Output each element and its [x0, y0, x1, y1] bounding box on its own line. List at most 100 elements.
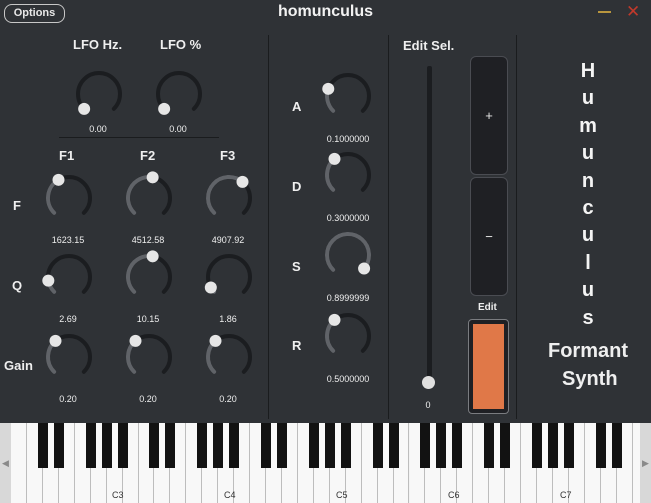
keyboard-scroll-left-icon[interactable]: ◀	[0, 423, 11, 503]
octave-label: C7	[560, 490, 572, 500]
black-key[interactable]	[340, 423, 351, 468]
attack-value: 0.1000000	[326, 134, 370, 144]
black-key[interactable]	[101, 423, 112, 468]
synth-panel: LFO Hz. LFO % 0.00 0.00 F1 F2 F3 F Q Gai…	[0, 27, 651, 422]
increment-button[interactable]: +	[470, 56, 508, 175]
sustain-knob[interactable]	[318, 225, 378, 285]
black-key[interactable]	[436, 423, 447, 468]
decrement-button[interactable]: −	[470, 177, 508, 296]
black-key[interactable]	[149, 423, 160, 468]
f3-q-knob[interactable]	[199, 247, 259, 307]
release-knob[interactable]	[318, 306, 378, 366]
knob-thumb	[129, 334, 142, 347]
black-key[interactable]	[532, 423, 543, 468]
knob-thumb	[146, 250, 159, 263]
edit-label: Edit	[478, 302, 497, 313]
formant-row-gain-label: Gain	[4, 358, 33, 373]
black-key[interactable]	[324, 423, 335, 468]
attack-knob[interactable]	[318, 66, 378, 126]
black-key[interactable]	[388, 423, 399, 468]
black-key[interactable]	[595, 423, 606, 468]
f2-gain-knob[interactable]	[119, 327, 179, 387]
f3-frequency-knob[interactable]	[199, 168, 259, 228]
octave-label: C4	[224, 490, 236, 500]
knob-thumb	[52, 173, 65, 186]
decay-knob[interactable]	[318, 145, 378, 205]
edit-selector-slider-thumb[interactable]	[422, 376, 435, 389]
f2-frequency-value: 4512.58	[131, 235, 165, 245]
knob-thumb	[236, 175, 249, 188]
knob-thumb	[358, 262, 371, 275]
lfo-pct-knob[interactable]	[149, 64, 209, 124]
f1-gain-value: 0.20	[59, 394, 77, 404]
black-key[interactable]	[85, 423, 96, 468]
black-key[interactable]	[500, 423, 511, 468]
close-icon[interactable]: ✕	[626, 2, 640, 22]
brand-letter: H	[580, 60, 596, 82]
knob-value-arc	[126, 175, 155, 215]
black-key[interactable]	[308, 423, 319, 468]
edit-selector-value: 0	[425, 400, 431, 410]
black-key[interactable]	[229, 423, 240, 468]
sustain-value: 0.8999999	[326, 293, 370, 303]
black-key[interactable]	[372, 423, 383, 468]
piano-keyboard[interactable]: C3 C4 C5 C6 C7 ◀ ▶	[0, 423, 651, 503]
formant-column-f1: F1	[59, 148, 75, 163]
lfo-pct-label: LFO %	[160, 37, 202, 52]
window-title: homunculus	[277, 3, 374, 20]
black-key[interactable]	[484, 423, 495, 468]
black-key[interactable]	[213, 423, 224, 468]
knob-thumb	[209, 334, 222, 347]
f1-gain-knob[interactable]	[39, 327, 99, 387]
black-key[interactable]	[53, 423, 64, 468]
edit-selector-label: Edit Sel.	[403, 38, 455, 53]
f2-q-knob[interactable]	[119, 247, 179, 307]
black-key[interactable]	[563, 423, 574, 468]
black-key[interactable]	[197, 423, 208, 468]
edit-color-swatch	[473, 324, 504, 409]
black-key[interactable]	[261, 423, 272, 468]
brand-letter: l	[585, 251, 591, 274]
knob-thumb	[322, 82, 335, 95]
lfo-hz-knob[interactable]	[69, 64, 129, 124]
decay-value: 0.3000000	[326, 213, 370, 223]
black-key[interactable]	[611, 423, 622, 468]
knob-thumb	[42, 274, 55, 287]
brand-letter: u	[581, 279, 595, 302]
edit-selector-slider[interactable]	[427, 66, 432, 384]
brand-letter: n	[581, 169, 595, 192]
black-key[interactable]	[420, 423, 431, 468]
black-key[interactable]	[547, 423, 558, 468]
black-key[interactable]	[37, 423, 48, 468]
keyboard-scroll-right-icon[interactable]: ▶	[640, 423, 651, 503]
edit-button[interactable]	[468, 319, 509, 414]
f1-q-knob[interactable]	[39, 247, 99, 307]
f2-q-value: 10.15	[136, 314, 160, 324]
black-key[interactable]	[452, 423, 463, 468]
release-value: 0.5000000	[326, 374, 370, 384]
knob-thumb	[158, 102, 171, 115]
brand-letter: u	[581, 224, 595, 247]
f1-q-value: 2.69	[59, 314, 77, 324]
minimize-icon[interactable]	[598, 11, 611, 13]
divider-2	[388, 35, 389, 419]
f1-frequency-knob[interactable]	[39, 168, 99, 228]
f2-frequency-knob[interactable]	[119, 168, 179, 228]
black-key[interactable]	[276, 423, 287, 468]
f3-gain-knob[interactable]	[199, 327, 259, 387]
white-key[interactable]	[11, 423, 27, 503]
octave-label: C6	[448, 490, 460, 500]
lfo-hz-label: LFO Hz.	[73, 37, 123, 52]
knob-thumb	[78, 102, 91, 115]
black-key[interactable]	[165, 423, 176, 468]
decay-label: D	[292, 179, 302, 194]
attack-label: A	[292, 99, 302, 114]
divider-1	[268, 35, 269, 419]
formant-row-q-label: Q	[12, 278, 23, 293]
f1-frequency-value: 1623.15	[51, 235, 85, 245]
knob-thumb	[49, 334, 62, 347]
lfo-hz-value: 0.00	[89, 124, 107, 134]
black-key[interactable]	[117, 423, 128, 468]
knob-thumb	[328, 152, 341, 165]
formant-column-f3: F3	[220, 148, 236, 163]
